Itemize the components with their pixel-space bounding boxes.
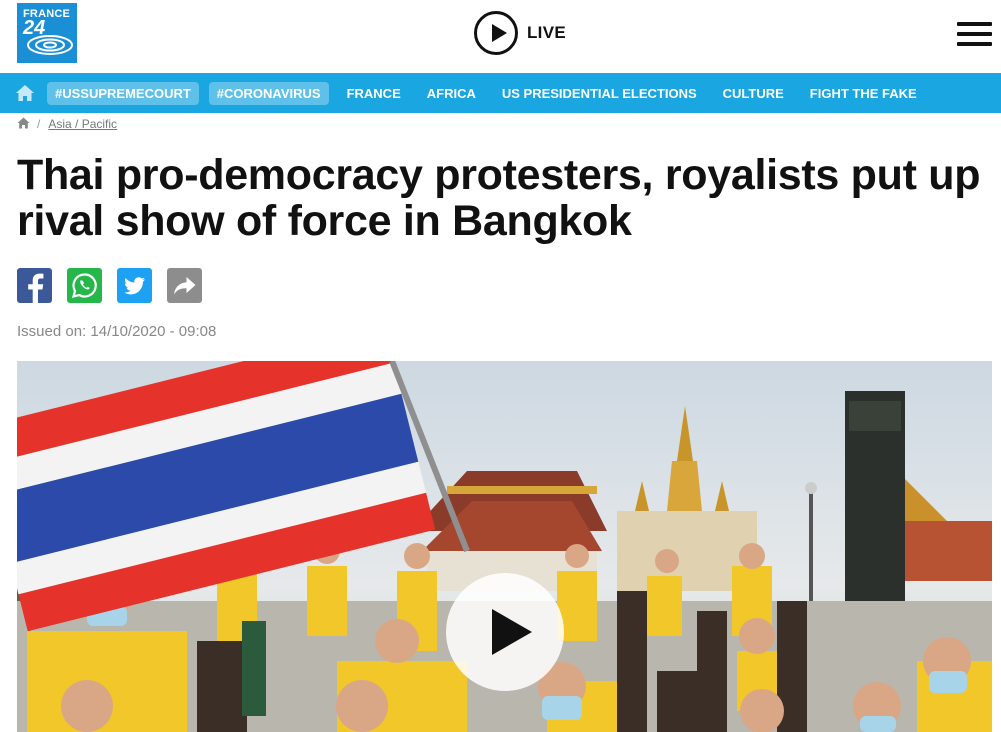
breadcrumb: / Asia / Pacific <box>17 115 117 133</box>
site-header: FRANCE 24 LIVE <box>0 0 1001 73</box>
nav-item-culture[interactable]: CULTURE <box>723 86 784 101</box>
nav-item-us-presidential-elections[interactable]: US PRESIDENTIAL ELECTIONS <box>502 86 697 101</box>
facebook-icon <box>28 273 44 303</box>
share-bar <box>17 268 217 303</box>
nav-tag-ussupremecourt[interactable]: #USSUPREMECOURT <box>47 81 199 105</box>
twitter-icon <box>124 277 145 295</box>
video-play-button[interactable] <box>446 573 564 691</box>
nav-item-fight-the-fake[interactable]: FIGHT THE FAKE <box>810 86 917 101</box>
france24-logo[interactable]: FRANCE 24 <box>17 3 77 63</box>
share-button[interactable] <box>167 268 202 303</box>
live-button[interactable]: LIVE <box>474 11 566 55</box>
breadcrumb-section-link[interactable]: Asia / Pacific <box>48 117 117 131</box>
play-icon <box>474 11 518 55</box>
twitter-share-button[interactable] <box>117 268 152 303</box>
nav-tag-coronavirus[interactable]: #CORONAVIRUS <box>208 81 329 105</box>
live-label: LIVE <box>527 23 566 42</box>
nav-item-africa[interactable]: AFRICA <box>427 86 476 101</box>
hamburger-menu-icon[interactable] <box>957 22 992 46</box>
article-title: Thai pro-democracy protesters, royalists… <box>17 151 981 245</box>
main-nav: #USSUPREMECOURT #CORONAVIRUS FRANCE AFRI… <box>0 73 1001 113</box>
issued-date: Issued on: 14/10/2020 - 09:08 <box>17 323 217 340</box>
home-icon[interactable] <box>13 82 37 104</box>
share-arrow-icon <box>174 277 196 295</box>
logo-waves-icon <box>27 35 73 55</box>
breadcrumb-separator: / <box>37 117 41 131</box>
whatsapp-icon <box>71 273 97 299</box>
breadcrumb-home-icon[interactable] <box>17 117 30 132</box>
nav-item-france[interactable]: FRANCE <box>347 86 401 101</box>
whatsapp-share-button[interactable] <box>67 268 102 303</box>
facebook-share-button[interactable] <box>17 268 52 303</box>
